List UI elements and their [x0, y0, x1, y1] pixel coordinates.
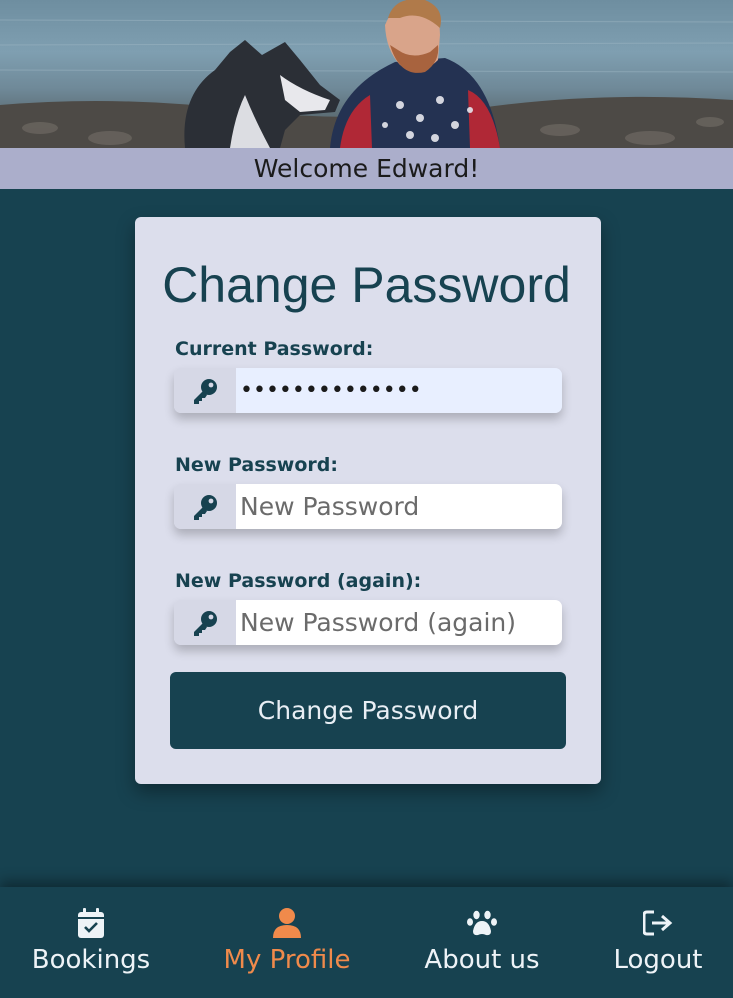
new-password-input[interactable]: [236, 484, 562, 529]
new-password-field-group: [174, 484, 562, 529]
change-password-button[interactable]: Change Password: [170, 672, 566, 749]
nav-item-about-us[interactable]: About us: [422, 887, 542, 998]
new-password-label: New Password:: [175, 454, 338, 476]
nav-label-my-profile: My Profile: [223, 945, 351, 975]
new-password-again-field-group: [174, 600, 562, 645]
nav-item-bookings[interactable]: Bookings: [32, 887, 150, 998]
nav-label-logout: Logout: [613, 945, 703, 975]
bottom-nav: Bookings My Profile About us Logout: [0, 887, 733, 998]
key-icon: [174, 600, 236, 645]
hero-image: [0, 0, 733, 148]
nav-item-my-profile[interactable]: My Profile: [222, 887, 352, 998]
key-icon: [174, 368, 236, 413]
current-password-label: Current Password:: [175, 338, 374, 360]
current-password-input[interactable]: [236, 368, 562, 413]
nav-item-logout[interactable]: Logout: [608, 887, 708, 998]
nav-label-about-us: About us: [424, 945, 540, 975]
new-password-again-label: New Password (again):: [175, 570, 422, 592]
user-icon: [273, 907, 301, 939]
current-password-field-group: [174, 368, 562, 413]
calendar-check-icon: [78, 907, 104, 939]
welcome-text: Welcome Edward!: [253, 154, 480, 183]
hero-photo-illustration: [0, 0, 733, 148]
welcome-banner: Welcome Edward!: [0, 148, 733, 189]
nav-label-bookings: Bookings: [31, 945, 151, 975]
sign-out-icon: [643, 907, 673, 939]
new-password-again-input[interactable]: [236, 600, 562, 645]
key-icon: [174, 484, 236, 529]
paw-icon: [467, 907, 497, 939]
page-title: Change Password: [162, 257, 571, 313]
